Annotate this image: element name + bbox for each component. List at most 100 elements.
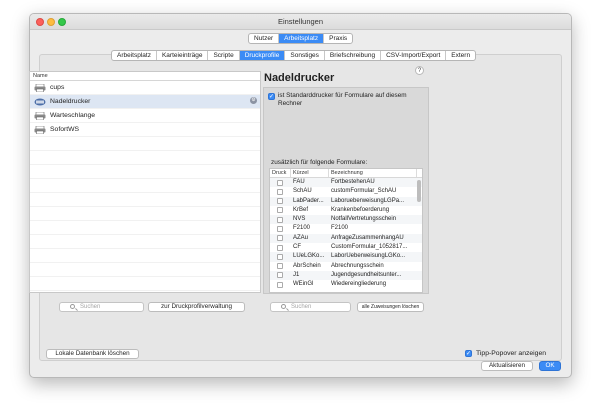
subtab-extern[interactable]: Extern xyxy=(446,51,475,60)
bezeichnung-cell: FortbestehenAU xyxy=(331,179,375,185)
profile-management-button[interactable]: zur Druckprofilverwaltung xyxy=(148,302,245,312)
table-row[interactable]: LUeLGKo... LaborUeberweisungLGKo... xyxy=(270,252,422,262)
printer-icon xyxy=(34,112,46,120)
list-empty-rows xyxy=(30,137,260,291)
profile-item-sofortws[interactable]: SofortWS xyxy=(30,123,260,137)
druck-checkbox[interactable] xyxy=(277,253,283,260)
tab-nutzer[interactable]: Nutzer xyxy=(249,34,280,43)
druck-checkbox[interactable] xyxy=(277,263,283,270)
kuerzel-cell: FAU xyxy=(293,179,305,185)
kuerzel-cell: WEinGl xyxy=(293,281,314,288)
profile-search-field[interactable]: Suchen xyxy=(59,302,144,312)
column-druck[interactable]: Druck xyxy=(270,169,291,177)
forms-search-placeholder: Suchen xyxy=(291,304,312,310)
kuerzel-cell: KrBef xyxy=(293,206,309,213)
druck-checkbox[interactable] xyxy=(277,207,283,214)
forms-table-body: FAU FortbestehenAU SchAU customFormular_Sc… xyxy=(270,178,422,290)
bezeichnung-cell: Abrechnungsschein xyxy=(331,262,384,269)
forms-label: zusätzlich für folgende Formulare: xyxy=(271,159,368,166)
table-row[interactable]: NVS NotfallVertretungsschein xyxy=(270,215,422,225)
forms-table-header: Druck Kürzel Bezeichnung xyxy=(270,169,422,178)
table-row[interactable]: LabPader... LaborueberweisungLGPa... xyxy=(270,196,422,206)
tab-arbeitsplatz[interactable]: Arbeitsplatz xyxy=(279,34,325,43)
forms-search-field[interactable]: Suchen xyxy=(270,302,351,312)
remove-assignments-button[interactable]: alle Zuweisungen löschen xyxy=(357,302,424,312)
kuerzel-cell: AbrSchein xyxy=(293,262,321,269)
title-bar: Einstellungen xyxy=(30,14,571,30)
bezeichnung-cell: NotfallVertretungsschein xyxy=(331,216,397,223)
column-kuerzel[interactable]: Kürzel xyxy=(291,169,329,177)
sub-tab-bar: Arbeitsplatz Karteieinträge Scripte Druc… xyxy=(111,50,477,61)
window-title: Einstellungen xyxy=(277,17,324,26)
subtab-sonstiges[interactable]: Sonstiges xyxy=(285,51,325,60)
profile-item-label: SofortWS xyxy=(50,126,80,133)
bezeichnung-cell: Wiedereingliederung xyxy=(331,281,387,288)
tipp-popover-checkbox[interactable]: ✓ xyxy=(465,350,472,357)
druck-checkbox[interactable] xyxy=(277,225,283,232)
kuerzel-cell: J1 xyxy=(293,271,300,278)
druck-checkbox[interactable] xyxy=(277,188,283,195)
profile-item-label: Warteschlange xyxy=(50,112,96,119)
subtab-druckprofile[interactable]: Druckprofile xyxy=(239,51,286,60)
profile-item-nadeldrucker[interactable]: Nadeldrucker ⚙ xyxy=(30,95,260,109)
bezeichnung-cell: F2100 xyxy=(331,225,349,232)
table-row[interactable]: FAU FortbestehenAU xyxy=(270,178,422,188)
profile-item-label: Nadeldrucker xyxy=(50,98,91,105)
table-row[interactable]: CF CustomFormular_1052817... xyxy=(270,243,422,252)
subtab-arbeitsplatz[interactable]: Arbeitsplatz xyxy=(112,51,157,60)
druck-checkbox[interactable] xyxy=(277,235,283,242)
profile-search-placeholder: Suchen xyxy=(80,304,101,310)
printer-icon xyxy=(34,84,46,92)
refresh-button[interactable]: Aktualisieren xyxy=(481,361,533,371)
bezeichnung-cell: Jugendgesundheitsunter... xyxy=(331,271,402,278)
tipp-popover-label: Tipp-Popover anzeigen xyxy=(476,350,547,357)
table-row[interactable]: SchAU customFormular_SchAU xyxy=(270,187,422,196)
bezeichnung-cell: LaborUeberweisungLGKo... xyxy=(331,253,406,260)
search-icon xyxy=(281,304,286,309)
kuerzel-cell: SchAU xyxy=(293,188,312,195)
druck-checkbox[interactable] xyxy=(277,272,283,279)
delete-local-db-button[interactable]: Lokale Datenbank löschen xyxy=(46,349,139,359)
standard-printer-label: ist Standarddrucker für Formulare auf di… xyxy=(278,92,407,107)
kuerzel-cell: CF xyxy=(293,244,301,251)
bezeichnung-cell: Krankenbefoerderung xyxy=(331,206,390,213)
list-header-name: Name xyxy=(30,72,260,81)
kuerzel-cell: AZAu xyxy=(293,234,309,241)
printer-icon xyxy=(34,126,46,134)
druck-checkbox[interactable] xyxy=(277,244,283,251)
kuerzel-cell: NVS xyxy=(293,216,306,223)
column-bezeichnung[interactable]: Bezeichnung xyxy=(329,169,417,177)
table-row[interactable]: F2100 F2100 xyxy=(270,224,422,233)
subtab-karteieintraege[interactable]: Karteieinträge xyxy=(157,51,209,60)
bezeichnung-cell: LaborueberweisungLGPa... xyxy=(331,197,405,204)
druck-checkbox[interactable] xyxy=(277,216,283,223)
ok-button[interactable]: OK xyxy=(539,361,561,371)
subtab-csv-import-export[interactable]: CSV-Import/Export xyxy=(381,51,447,60)
profile-item-cups[interactable]: cups xyxy=(30,81,260,95)
bezeichnung-cell: customFormular_SchAU xyxy=(331,188,397,195)
profile-list: Name cups Nadeldrucker ⚙ Warteschlange S… xyxy=(29,71,261,293)
subtab-briefschreibung[interactable]: Briefschreibung xyxy=(325,51,382,60)
kuerzel-cell: F2100 xyxy=(293,225,311,232)
table-row[interactable]: WEinGl Wiedereingliederung xyxy=(270,280,422,289)
table-row[interactable]: AZAu AnfrageZusammenhangAU xyxy=(270,233,422,244)
help-button[interactable]: ? xyxy=(415,66,424,75)
subtab-scripte[interactable]: Scripte xyxy=(208,51,240,60)
profile-item-label: cups xyxy=(50,84,65,91)
profile-heading: Nadeldrucker xyxy=(264,72,335,84)
table-row[interactable]: J1 Jugendgesundheitsunter... xyxy=(270,270,422,281)
druck-checkbox[interactable] xyxy=(277,179,283,186)
forms-table: Druck Kürzel Bezeichnung FAU Fortbestehen… xyxy=(269,168,423,293)
druck-checkbox[interactable] xyxy=(277,198,283,205)
search-icon xyxy=(70,304,75,309)
druck-checkbox[interactable] xyxy=(277,281,283,288)
kuerzel-cell: LUeLGKo... xyxy=(293,253,325,260)
tab-praxis[interactable]: Praxis xyxy=(324,34,352,43)
table-row[interactable]: KrBef Krankenbefoerderung xyxy=(270,206,422,215)
top-tab-bar: Nutzer Arbeitsplatz Praxis xyxy=(248,33,354,44)
gear-icon[interactable]: ⚙ xyxy=(250,97,257,104)
table-row[interactable]: AbrSchein Abrechnungsschein xyxy=(270,262,422,271)
profile-item-warteschlange[interactable]: Warteschlange xyxy=(30,109,260,123)
standard-printer-checkbox[interactable]: ✓ xyxy=(268,93,275,100)
table-scrollbar[interactable] xyxy=(417,180,421,202)
